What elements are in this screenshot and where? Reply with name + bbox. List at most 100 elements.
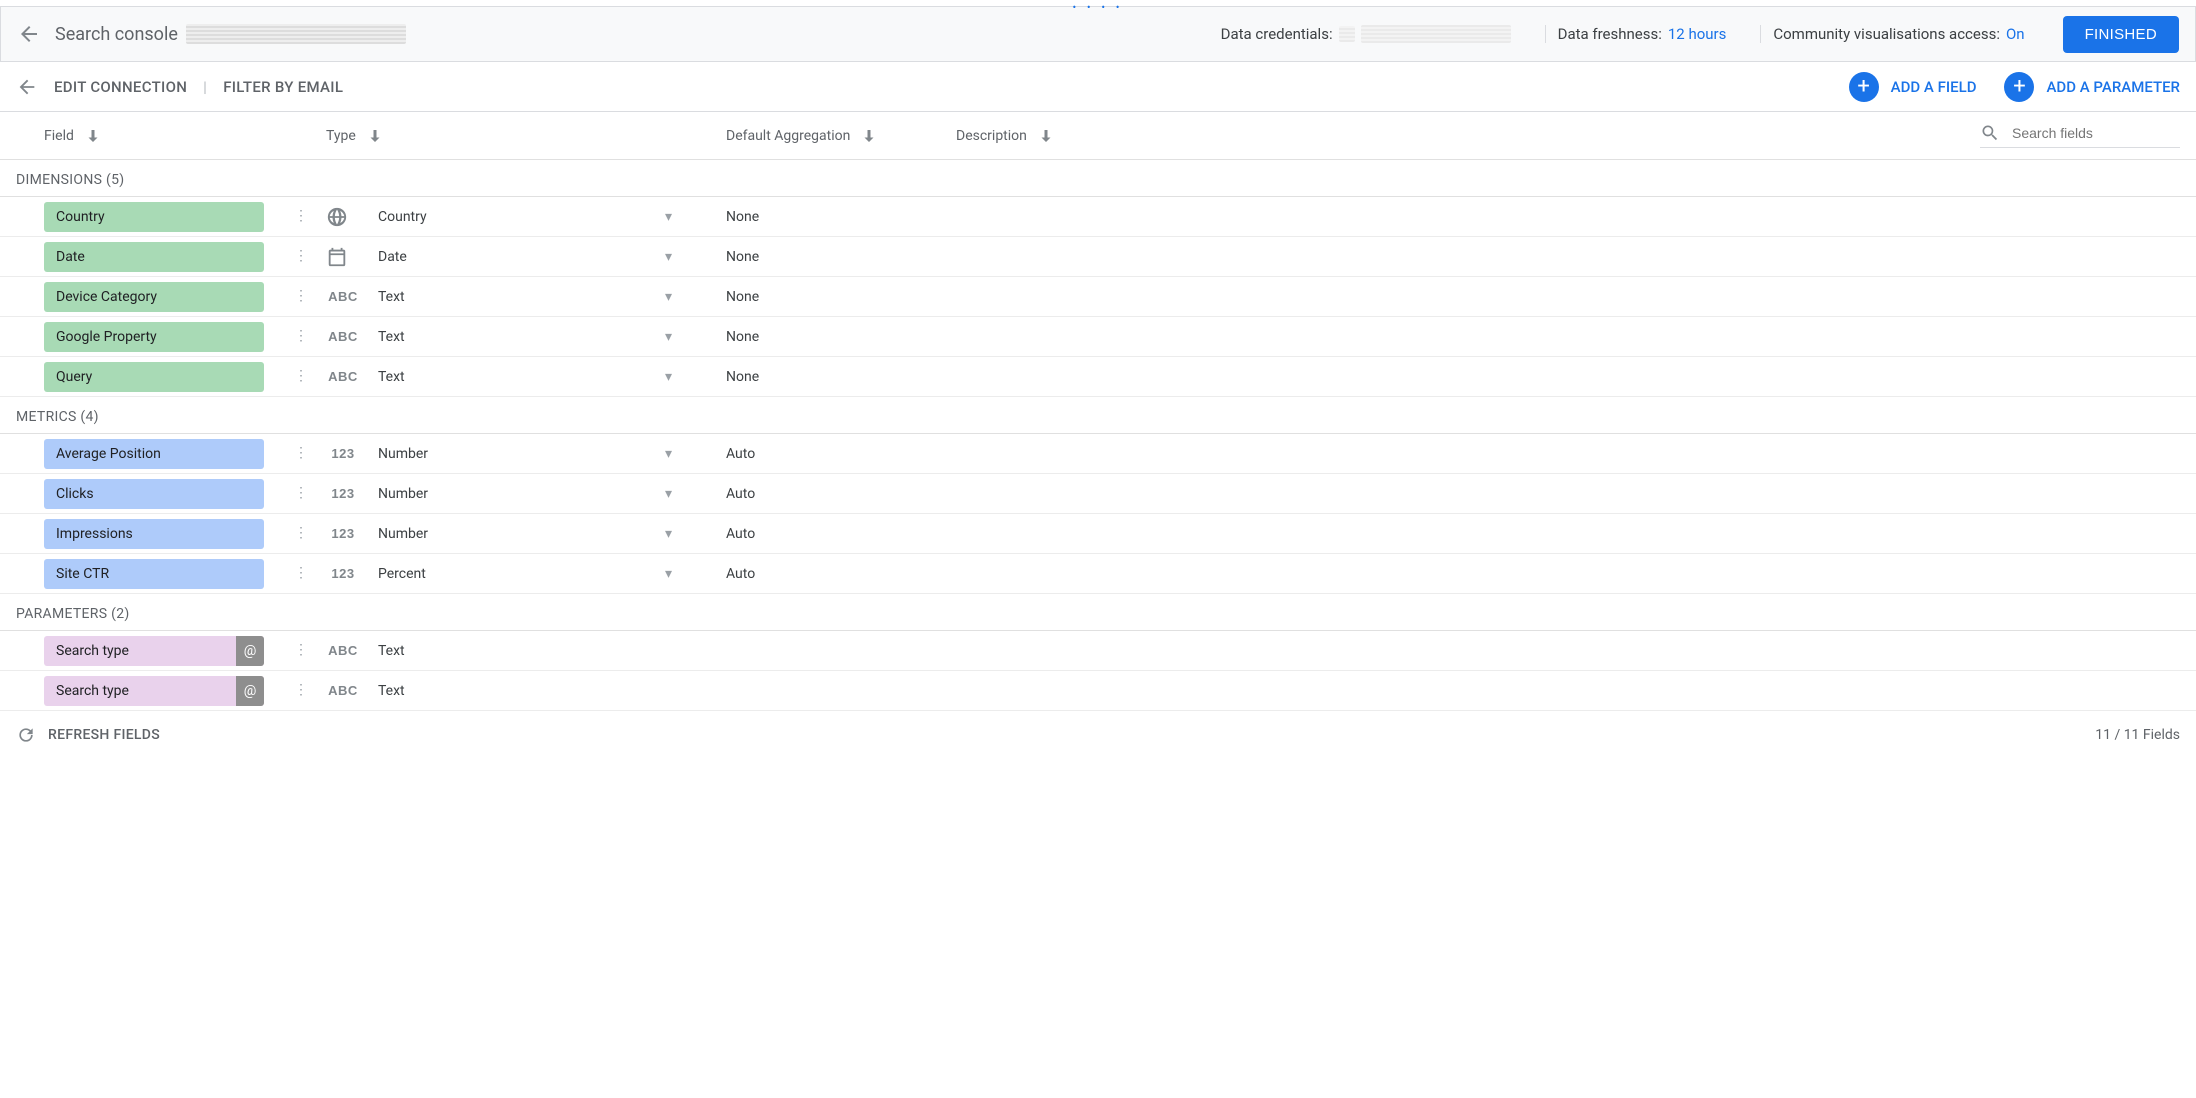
more-menu-icon[interactable]: ⋮ [294,373,308,380]
search-icon [1980,123,2000,143]
table-row: Search type @ ⋮ ABC Text [0,671,2196,711]
sort-arrow-down-icon[interactable] [1037,127,1055,145]
type-icon: 123 [326,566,360,582]
community-vis-value[interactable]: On [2006,25,2025,43]
sort-arrow-down-icon[interactable] [860,127,878,145]
data-freshness-label: Data freshness: [1558,25,1662,43]
type-icon: ABC [326,683,360,699]
more-menu-icon[interactable]: ⋮ [294,647,308,654]
col-aggregation-header[interactable]: Default Aggregation [726,128,850,144]
table-row: Clicks ⋮ 123 Number ▾ Auto [0,474,2196,514]
chevron-down-icon[interactable]: ▾ [665,249,672,265]
field-chip[interactable]: Google Property [44,322,264,352]
blurred-property [186,24,406,44]
field-name: Clicks [44,486,264,502]
field-chip[interactable]: Site CTR [44,559,264,589]
plus-icon: + [2004,72,2034,102]
col-type-header[interactable]: Type [326,128,356,144]
chevron-down-icon[interactable]: ▾ [665,209,672,225]
aggregation-value: None [726,209,956,225]
type-icon: ABC [326,329,360,345]
more-menu-icon[interactable]: ⋮ [294,450,308,457]
chevron-down-icon[interactable]: ▾ [665,446,672,462]
aggregation-value: None [726,289,956,305]
field-chip[interactable]: Country [44,202,264,232]
chevron-down-icon[interactable]: ▾ [665,289,672,305]
more-menu-icon[interactable]: ⋮ [294,333,308,340]
filter-by-email-link[interactable]: FILTER BY EMAIL [223,78,343,96]
type-value: Number [378,486,428,502]
more-menu-icon[interactable]: ⋮ [294,253,308,260]
add-parameter-label: ADD A PARAMETER [2046,78,2180,96]
data-freshness-value[interactable]: 12 hours [1668,25,1727,43]
type-value: Text [378,643,405,659]
field-chip[interactable]: Search type @ [44,636,264,666]
back-icon-secondary[interactable] [16,76,38,98]
group-header: DIMENSIONS (5) [0,160,2196,197]
add-parameter-button[interactable]: + ADD A PARAMETER [2004,72,2180,102]
col-description-header[interactable]: Description [956,128,1027,144]
table-row: Device Category ⋮ ABC Text ▾ None [0,277,2196,317]
field-name: Google Property [44,329,264,345]
type-value: Number [378,446,428,462]
field-count: 11 / 11 Fields [2095,727,2180,743]
credentials-value-blur [1361,25,1511,43]
refresh-icon[interactable] [16,725,36,745]
more-menu-icon[interactable]: ⋮ [294,687,308,694]
sort-arrow-down-icon[interactable] [84,127,102,145]
field-name: Average Position [44,446,264,462]
footer: REFRESH FIELDS 11 / 11 Fields [0,711,2196,759]
aggregation-value: Auto [726,526,956,542]
search-fields-input[interactable] [2010,124,2180,142]
more-menu-icon[interactable]: ⋮ [294,570,308,577]
finished-button[interactable]: FINISHED [2063,16,2179,53]
col-field-header[interactable]: Field [44,128,74,144]
field-chip[interactable]: Impressions [44,519,264,549]
data-credentials-label: Data credentials: [1221,25,1333,43]
type-value: Text [378,369,405,385]
group-header: PARAMETERS (2) [0,594,2196,631]
chevron-down-icon[interactable]: ▾ [665,486,672,502]
edit-connection-link[interactable]: EDIT CONNECTION [54,78,187,96]
refresh-fields-button[interactable]: REFRESH FIELDS [48,727,160,743]
field-chip[interactable]: Device Category [44,282,264,312]
type-icon: ABC [326,289,360,305]
group-header: METRICS (4) [0,397,2196,434]
more-menu-icon[interactable]: ⋮ [294,530,308,537]
field-name: Search type [44,683,264,699]
aggregation-value: None [726,369,956,385]
aggregation-value: None [726,329,956,345]
field-chip[interactable]: Average Position [44,439,264,469]
chevron-down-icon[interactable]: ▾ [665,566,672,582]
separator: | [203,78,207,96]
type-icon: 123 [326,486,360,502]
back-button[interactable] [17,22,41,46]
field-chip[interactable]: Search type @ [44,676,264,706]
at-badge: @ [236,676,264,706]
chevron-down-icon[interactable]: ▾ [665,369,672,385]
field-name: Impressions [44,526,264,542]
table-row: Google Property ⋮ ABC Text ▾ None [0,317,2196,357]
sort-arrow-down-icon[interactable] [366,127,384,145]
add-field-button[interactable]: + ADD A FIELD [1849,72,1977,102]
field-chip[interactable]: Clicks [44,479,264,509]
type-icon: 123 [326,446,360,462]
field-chip[interactable]: Query [44,362,264,392]
type-value: Text [378,329,405,345]
aggregation-value: Auto [726,446,956,462]
table-row: Country ⋮ Country ▾ None [0,197,2196,237]
type-value: Date [378,249,407,265]
chevron-down-icon[interactable]: ▾ [665,526,672,542]
aggregation-value: Auto [726,566,956,582]
type-value: Percent [378,566,426,582]
type-value: Country [378,209,427,225]
field-chip[interactable]: Date [44,242,264,272]
more-menu-icon[interactable]: ⋮ [294,293,308,300]
more-menu-icon[interactable]: ⋮ [294,213,308,220]
type-value: Number [378,526,428,542]
more-menu-icon[interactable]: ⋮ [294,490,308,497]
field-name: Query [44,369,264,385]
at-badge: @ [236,636,264,666]
chevron-down-icon[interactable]: ▾ [665,329,672,345]
table-row: Site CTR ⋮ 123 Percent ▾ Auto [0,554,2196,594]
